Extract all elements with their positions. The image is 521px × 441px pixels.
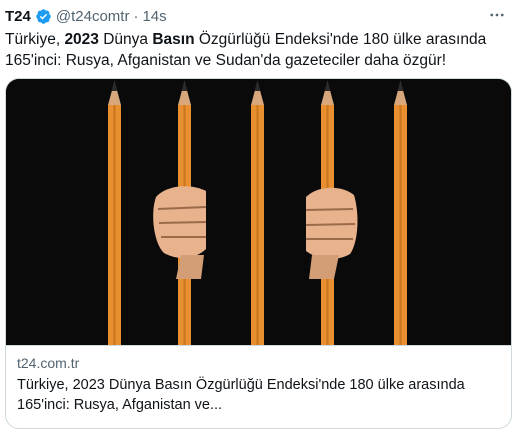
card-meta[interactable]: t24.com.tr Türkiye, 2023 Dünya Basın Özg… [6, 345, 511, 428]
author-name[interactable]: T24 [5, 8, 31, 25]
card-title-line: Türkiye, 2023 Dünya Basın Özgürlüğü Ende… [17, 377, 465, 393]
tweet-text: Türkiye, 2023 Dünya Basın Özgürlüğü Ende… [5, 29, 505, 71]
pencil-bar [251, 81, 264, 345]
card-title-line: 165'inci: Rusya, Afganistan ve... [17, 397, 223, 413]
more-options-icon[interactable] [485, 4, 509, 26]
tweet-header: T24 @t24comtr · 14s [5, 5, 167, 27]
pencil-bar [394, 81, 407, 345]
tweet-text-part: Dünya [98, 31, 153, 48]
card-title: Türkiye, 2023 Dünya Basın Özgürlüğü Ende… [17, 375, 500, 415]
tweet[interactable]: T24 @t24comtr · 14s Türkiye, 2023 Dünya … [0, 0, 521, 441]
verified-badge-icon [35, 8, 52, 25]
card-image[interactable] [6, 79, 511, 345]
author-handle[interactable]: @t24comtr [56, 8, 130, 25]
link-card[interactable]: t24.com.tr Türkiye, 2023 Dünya Basın Özg… [5, 78, 512, 429]
tweet-text-part: Türkiye, [5, 31, 65, 48]
tweet-timestamp[interactable]: 14s [142, 8, 166, 25]
tweet-text-bold-word: Basın [152, 31, 195, 48]
separator-dot: · [133, 7, 139, 25]
pencil-bar [108, 81, 121, 345]
tweet-text-bold-year: 2023 [64, 31, 99, 48]
card-domain: t24.com.tr [17, 355, 80, 371]
